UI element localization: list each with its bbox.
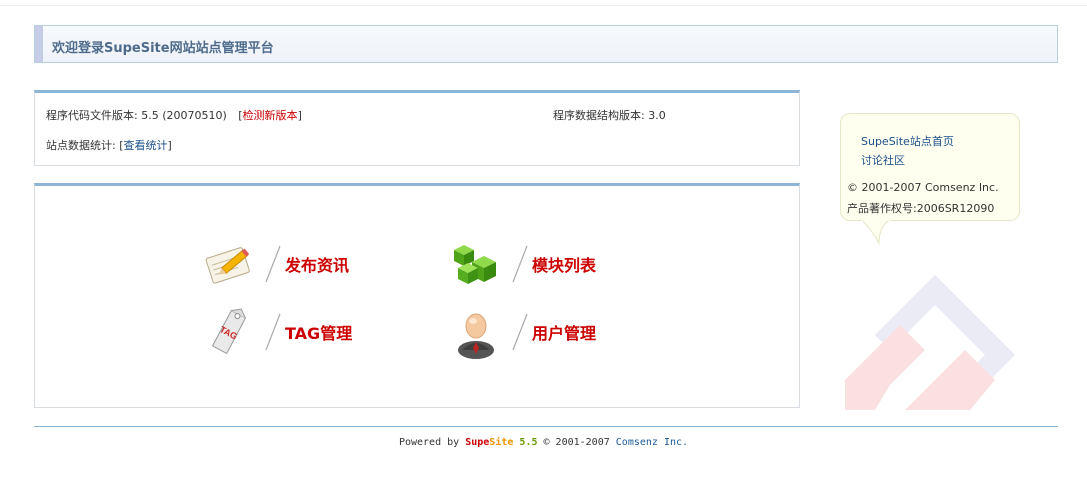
stats-label: 站点数据统计: <box>46 139 116 152</box>
banner-accent-bar <box>35 26 43 62</box>
code-version-label: 程序代码文件版本: 5.5 (20070510) <box>46 109 227 122</box>
site-home-link[interactable]: SupeSite站点首页 <box>861 133 954 149</box>
stats-row: 站点数据统计: [查看统计] <box>46 139 172 152</box>
user-manage-item[interactable]: 用户管理 <box>448 304 596 360</box>
view-stats-link[interactable]: 查看统计 <box>124 139 168 152</box>
divider-slash-icon <box>512 313 528 351</box>
divider-slash-icon <box>512 245 528 283</box>
footer-company-link[interactable]: Comsenz Inc. <box>616 437 688 448</box>
user-avatar-icon <box>458 313 494 359</box>
license-number: 产品著作权号:2006SR12090 <box>847 202 995 215</box>
publish-news-label: 发布资讯 <box>285 256 350 275</box>
code-version-row: 程序代码文件版本: 5.5 (20070510) [检测新版本] <box>46 109 302 122</box>
footer-divider <box>34 426 1058 427</box>
top-divider <box>0 5 1087 6</box>
version-info-panel: 程序代码文件版本: 5.5 (20070510) [检测新版本] 程序数据结构版… <box>34 90 800 166</box>
publish-news-item[interactable]: 发布资讯 <box>201 236 349 292</box>
notepad-pencil-icon <box>205 247 250 284</box>
brand-supe[interactable]: Supe <box>465 437 489 448</box>
page-title: 欢迎登录SupeSite网站站点管理平台 <box>52 41 274 56</box>
module-list-label: 模块列表 <box>532 256 597 275</box>
divider-slash-icon <box>265 245 281 283</box>
comsenz-watermark-logo <box>845 275 1015 410</box>
forum-link[interactable]: 讨论社区 <box>861 152 905 168</box>
db-version-label: 程序数据结构版本: 3.0 <box>553 109 666 122</box>
check-update-link[interactable]: 检测新版本 <box>243 109 298 122</box>
help-bubble: SupeSite站点首页 讨论社区 © 2001-2007 Comsenz In… <box>840 113 1020 245</box>
powered-by-text: Powered by <box>398 437 460 448</box>
user-manage-label: 用户管理 <box>532 324 597 343</box>
tag-label-icon: TAG <box>211 308 247 355</box>
welcome-banner: 欢迎登录SupeSite网站站点管理平台 <box>34 25 1058 63</box>
brand-site[interactable]: Site <box>489 437 513 448</box>
copyright-label: © 2001-2007 Comsenz Inc. <box>847 181 999 194</box>
module-list-item[interactable]: 模块列表 <box>448 236 596 292</box>
tag-manage-item[interactable]: TAG TAG管理 <box>201 304 352 360</box>
bubble-tail-icon <box>860 219 892 245</box>
green-cubes-icon <box>454 245 496 284</box>
divider-slash-icon <box>265 313 281 351</box>
copyright-text: © 2001-2007 Comsenz Inc. <box>847 181 999 194</box>
tag-manage-label: TAG管理 <box>285 324 353 343</box>
footer: Powered by SupeSite 5.5 © 2001-2007 Coms… <box>0 437 1087 448</box>
footer-copyright: © 2001-2007 <box>543 437 610 448</box>
quick-menu-panel: 发布资讯 模块列表 TAG TAG管理 用户管理 <box>34 183 800 408</box>
footer-version: 5.5 <box>519 437 538 448</box>
